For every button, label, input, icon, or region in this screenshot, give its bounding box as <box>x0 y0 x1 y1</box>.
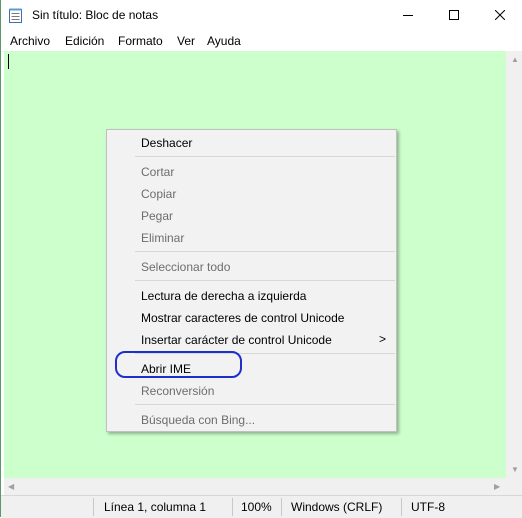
window-title: Sin título: Bloc de notas <box>32 8 159 22</box>
text-caret <box>8 54 9 69</box>
scroll-down-icon[interactable]: ▼ <box>511 465 519 474</box>
ctx-insert-unicode-control[interactable]: Insertar carácter de control Unicode <box>141 333 332 347</box>
ctx-select-all: Seleccionar todo <box>141 260 231 274</box>
scroll-up-icon[interactable]: ▲ <box>511 55 519 64</box>
status-bar: Línea 1, columna 1 100% Windows (CRLF) U… <box>1 495 522 518</box>
scroll-left-icon[interactable]: ◀ <box>8 482 14 491</box>
minimize-icon <box>403 7 413 25</box>
maximize-icon <box>449 7 459 25</box>
ctx-separator <box>135 280 395 281</box>
ctx-rtl-reading[interactable]: Lectura de derecha a izquierda <box>141 289 306 303</box>
status-line-ending: Windows (CRLF) <box>291 500 383 514</box>
status-encoding: UTF-8 <box>411 500 445 514</box>
ctx-separator <box>135 404 395 405</box>
status-separator <box>93 498 94 516</box>
ctx-separator <box>135 156 395 157</box>
menu-edicion[interactable]: Edición <box>65 34 104 48</box>
status-separator <box>281 498 282 516</box>
close-button[interactable] <box>477 0 522 31</box>
menu-formato[interactable]: Formato <box>118 34 163 48</box>
ctx-delete: Eliminar <box>141 231 185 245</box>
ctx-bing-search: Búsqueda con Bing... <box>141 413 256 427</box>
menu-ayuda[interactable]: Ayuda <box>207 34 241 48</box>
submenu-chevron-icon: > <box>378 332 386 346</box>
scroll-right-icon[interactable]: ▶ <box>494 482 500 491</box>
annotation-highlight-ring <box>115 351 242 378</box>
maximize-button[interactable] <box>431 0 477 31</box>
vertical-scrollbar[interactable]: ▲ ▼ <box>506 51 522 478</box>
ctx-cut: Cortar <box>141 165 175 179</box>
horizontal-scrollbar[interactable]: ◀ ▶ <box>4 478 506 495</box>
ctx-copy: Copiar <box>141 187 177 201</box>
ctx-paste: Pegar <box>141 209 174 223</box>
context-menu: Deshacer Cortar Copiar Pegar Eliminar Se… <box>106 129 397 432</box>
scrollbar-corner <box>506 478 522 495</box>
menu-archivo[interactable]: Archivo <box>10 34 50 48</box>
status-position: Línea 1, columna 1 <box>104 500 207 514</box>
ctx-reconversion: Reconversión <box>141 384 215 398</box>
minimize-button[interactable] <box>385 0 431 31</box>
notepad-app-icon <box>9 8 22 23</box>
menu-bar: Archivo Edición Formato Ver Ayuda <box>1 31 522 52</box>
ctx-separator <box>135 251 395 252</box>
ctx-undo[interactable]: Deshacer <box>141 136 192 150</box>
status-separator <box>401 498 402 516</box>
ctx-show-unicode-control[interactable]: Mostrar caracteres de control Unicode <box>141 311 344 325</box>
status-separator <box>232 498 233 516</box>
close-icon <box>494 7 506 25</box>
menu-ver[interactable]: Ver <box>177 34 195 48</box>
title-bar[interactable]: Sin título: Bloc de notas <box>1 0 522 31</box>
status-zoom: 100% <box>241 500 272 514</box>
